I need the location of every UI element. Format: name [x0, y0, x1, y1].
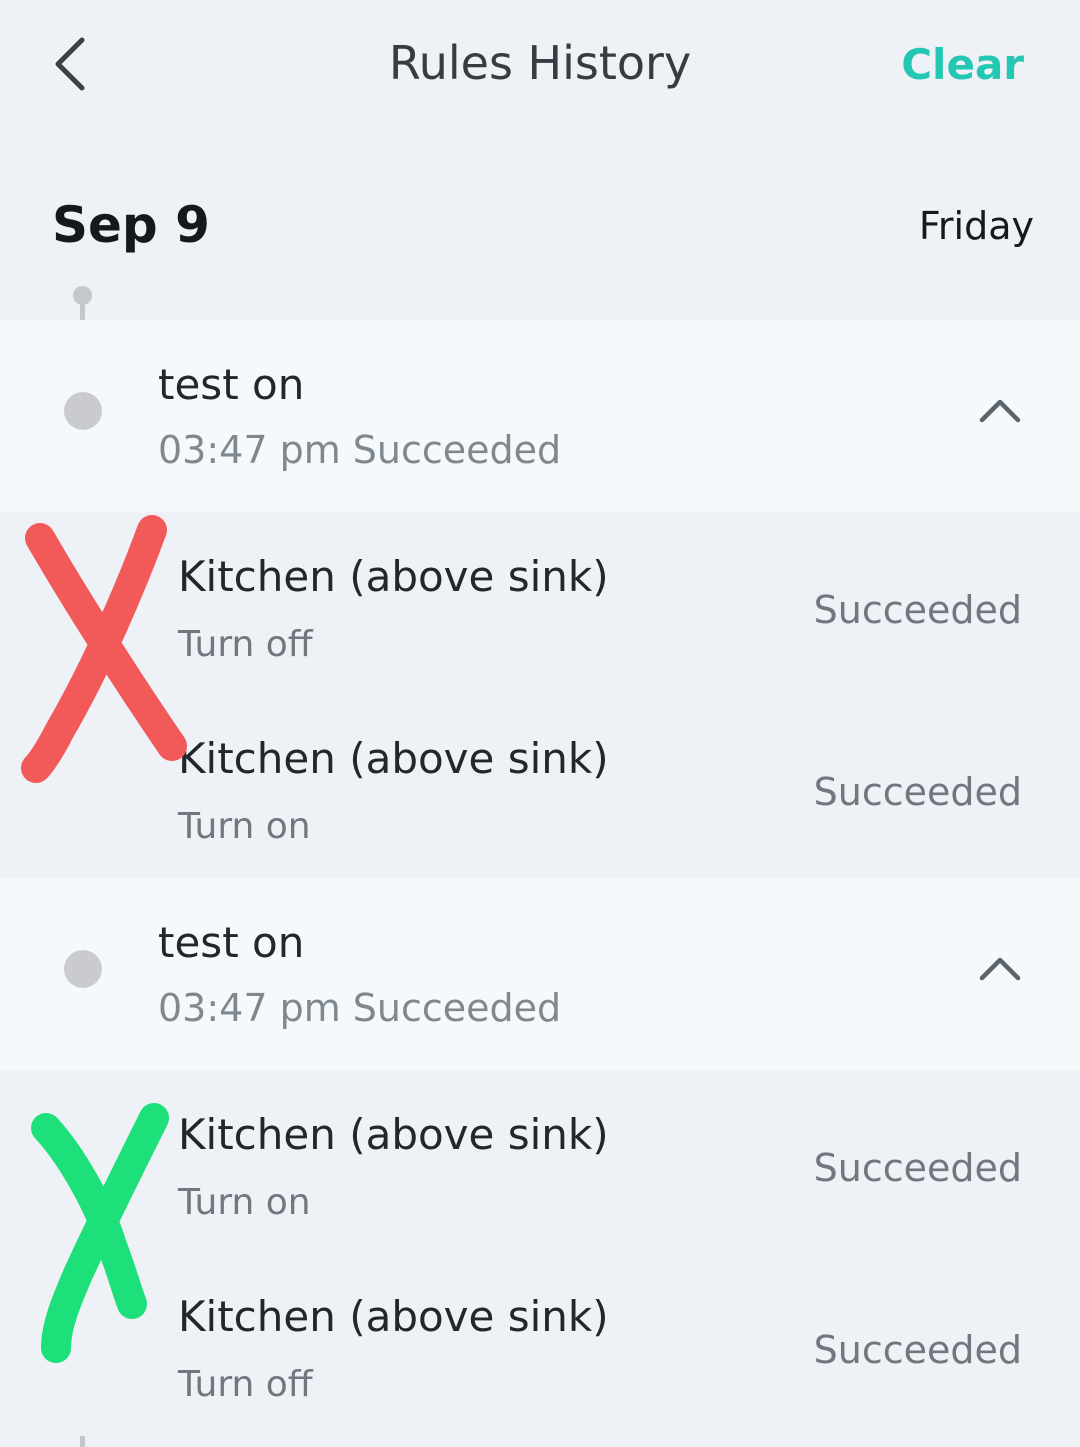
- action-status: Succeeded: [813, 588, 1022, 632]
- action-item: Kitchen (above sink) Turn on Succeeded: [0, 694, 1080, 874]
- action-status: Succeeded: [813, 770, 1022, 814]
- rule-actions-list: Kitchen (above sink) Turn off Succeeded …: [0, 512, 1080, 878]
- clear-button[interactable]: Clear: [901, 40, 1024, 89]
- action-command: Turn on: [178, 806, 311, 847]
- rule-time-status: 03:47 pm Succeeded: [158, 428, 562, 472]
- rule-time-status: 03:47 pm Succeeded: [158, 986, 562, 1030]
- action-device-name: Kitchen (above sink): [178, 1110, 609, 1159]
- timeline-start-dot: [73, 286, 92, 305]
- rule-actions-list: Kitchen (above sink) Turn on Succeeded K…: [0, 1070, 1080, 1436]
- top-bar: Rules History Clear: [0, 0, 1080, 140]
- rule-entry: test on 03:47 pm Succeeded Kitchen (abov…: [0, 878, 1080, 1436]
- action-item: Kitchen (above sink) Turn off Succeeded: [0, 512, 1080, 692]
- chevron-up-icon[interactable]: [976, 388, 1024, 436]
- rule-name: test on: [158, 918, 305, 967]
- action-command: Turn off: [178, 624, 313, 665]
- action-device-name: Kitchen (above sink): [178, 734, 609, 783]
- action-command: Turn on: [178, 1182, 311, 1223]
- action-device-name: Kitchen (above sink): [178, 1292, 609, 1341]
- rule-header[interactable]: test on 03:47 pm Succeeded: [0, 878, 1080, 1070]
- action-item: Kitchen (above sink) Turn on Succeeded: [0, 1070, 1080, 1250]
- rule-name: test on: [158, 360, 305, 409]
- action-device-name: Kitchen (above sink): [178, 552, 609, 601]
- date-label: Sep 9: [52, 196, 210, 254]
- action-item: Kitchen (above sink) Turn off Succeeded: [0, 1252, 1080, 1432]
- weekday-label: Friday: [918, 204, 1034, 248]
- date-group-header: Sep 9 Friday: [0, 190, 1080, 270]
- chevron-up-icon[interactable]: [976, 946, 1024, 994]
- action-status: Succeeded: [813, 1328, 1022, 1372]
- action-status: Succeeded: [813, 1146, 1022, 1190]
- rule-entry: test on 03:47 pm Succeeded Kitchen (abov…: [0, 320, 1080, 878]
- action-command: Turn off: [178, 1364, 313, 1405]
- timeline-dot: [64, 950, 102, 988]
- timeline-dot: [64, 392, 102, 430]
- rule-header[interactable]: test on 03:47 pm Succeeded: [0, 320, 1080, 512]
